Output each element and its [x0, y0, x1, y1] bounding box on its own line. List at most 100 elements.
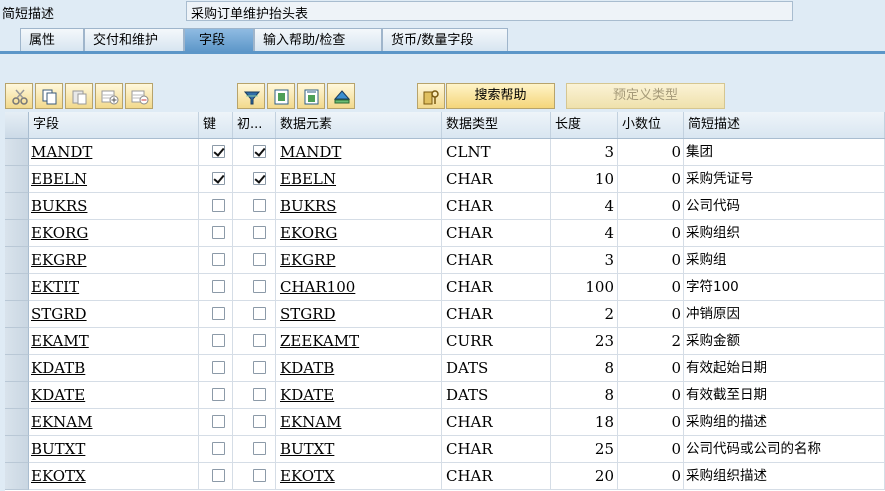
field-name-link[interactable]: EKNAM: [31, 413, 92, 431]
short-description-cell[interactable]: 采购金额: [684, 328, 885, 355]
length-cell[interactable]: 23: [551, 328, 618, 355]
field-name-cell[interactable]: EBELN: [29, 166, 199, 193]
length-cell[interactable]: 100: [551, 274, 618, 301]
data-element-cell[interactable]: CHAR100: [276, 274, 442, 301]
field-name-link[interactable]: KDATB: [31, 359, 85, 377]
row-select-handle[interactable]: [5, 355, 29, 382]
row-select-handle[interactable]: [5, 193, 29, 220]
field-name-link[interactable]: STGRD: [31, 305, 87, 323]
search-help-button[interactable]: 搜索帮助: [446, 83, 555, 109]
decimals-cell[interactable]: 0: [618, 139, 684, 166]
initial-value-checkbox[interactable]: [253, 226, 266, 239]
initial-value-checkbox[interactable]: [253, 253, 266, 266]
data-element-cell[interactable]: KDATB: [276, 355, 442, 382]
field-name-link[interactable]: KDATE: [31, 386, 85, 404]
initial-value-checkbox[interactable]: [253, 334, 266, 347]
key-checkbox[interactable]: [212, 388, 225, 401]
data-element-link[interactable]: BUTXT: [280, 440, 334, 458]
row-select-handle[interactable]: [5, 328, 29, 355]
data-type-cell[interactable]: CHAR: [442, 166, 551, 193]
length-cell[interactable]: 4: [551, 220, 618, 247]
data-element-cell[interactable]: EBELN: [276, 166, 442, 193]
data-element-link[interactable]: KDATB: [280, 359, 334, 377]
initial-value-checkbox[interactable]: [253, 442, 266, 455]
field-name-link[interactable]: EBELN: [31, 170, 87, 188]
key-checkbox[interactable]: [212, 253, 225, 266]
field-name-cell[interactable]: BUTXT: [29, 436, 199, 463]
field-name-cell[interactable]: BUKRS: [29, 193, 199, 220]
table-row[interactable]: KDATB KDATB DATS 8 0 有效起始日期: [5, 355, 885, 382]
initial-value-checkbox[interactable]: [253, 415, 266, 428]
decimals-cell[interactable]: 0: [618, 409, 684, 436]
select-all-handle[interactable]: [5, 112, 29, 138]
key-checkbox[interactable]: [212, 442, 225, 455]
key-checkbox[interactable]: [212, 145, 225, 158]
field-name-cell[interactable]: EKOTX: [29, 463, 199, 490]
data-element-link[interactable]: MANDT: [280, 143, 341, 161]
table-row[interactable]: EKGRP EKGRP CHAR 3 0 采购组: [5, 247, 885, 274]
last-page-button[interactable]: [297, 83, 325, 109]
table-row[interactable]: EKAMT ZEEKAMT CURR 23 2 采购金额: [5, 328, 885, 355]
tab-fields[interactable]: 字段: [184, 28, 254, 52]
data-element-cell[interactable]: EKNAM: [276, 409, 442, 436]
initial-value-checkbox[interactable]: [253, 172, 266, 185]
length-cell[interactable]: 2: [551, 301, 618, 328]
filter-button[interactable]: [237, 83, 265, 109]
col-header-field[interactable]: 字段: [29, 112, 199, 138]
row-select-handle[interactable]: [5, 463, 29, 490]
field-name-cell[interactable]: EKORG: [29, 220, 199, 247]
data-element-link[interactable]: EKORG: [280, 224, 337, 242]
decimals-cell[interactable]: 2: [618, 328, 684, 355]
row-select-handle[interactable]: [5, 436, 29, 463]
table-row[interactable]: EKNAM EKNAM CHAR 18 0 采购组的描述: [5, 409, 885, 436]
key-checkbox[interactable]: [212, 469, 225, 482]
col-header-length[interactable]: 长度: [551, 112, 618, 138]
tab-input-help-check[interactable]: 输入帮助/检查: [254, 28, 382, 52]
decimals-cell[interactable]: 0: [618, 301, 684, 328]
predefined-type-button[interactable]: 预定义类型: [566, 83, 725, 109]
data-type-cell[interactable]: CHAR: [442, 301, 551, 328]
row-select-handle[interactable]: [5, 274, 29, 301]
key-checkbox[interactable]: [212, 199, 225, 212]
initial-value-checkbox[interactable]: [253, 280, 266, 293]
short-description-cell[interactable]: 公司代码: [684, 193, 885, 220]
short-description-cell[interactable]: 字符100: [684, 274, 885, 301]
length-cell[interactable]: 25: [551, 436, 618, 463]
short-description-cell[interactable]: 采购组的描述: [684, 409, 885, 436]
initial-value-checkbox[interactable]: [253, 199, 266, 212]
data-type-cell[interactable]: CHAR: [442, 193, 551, 220]
short-description-cell[interactable]: 有效起始日期: [684, 355, 885, 382]
length-cell[interactable]: 3: [551, 139, 618, 166]
key-checkbox[interactable]: [212, 334, 225, 347]
length-cell[interactable]: 3: [551, 247, 618, 274]
short-description-cell[interactable]: 冲销原因: [684, 301, 885, 328]
delete-row-button[interactable]: [125, 83, 153, 109]
col-header-short-description[interactable]: 简短描述: [684, 112, 885, 138]
row-select-handle[interactable]: [5, 301, 29, 328]
initial-value-checkbox[interactable]: [253, 361, 266, 374]
length-cell[interactable]: 8: [551, 355, 618, 382]
field-name-cell[interactable]: EKTIT: [29, 274, 199, 301]
data-element-cell[interactable]: EKORG: [276, 220, 442, 247]
table-row[interactable]: EBELN EBELN CHAR 10 0 采购凭证号: [5, 166, 885, 193]
data-element-link[interactable]: BUKRS: [280, 197, 336, 215]
field-name-cell[interactable]: MANDT: [29, 139, 199, 166]
length-cell[interactable]: 18: [551, 409, 618, 436]
insert-row-button[interactable]: [95, 83, 123, 109]
row-select-handle[interactable]: [5, 220, 29, 247]
table-row[interactable]: STGRD STGRD CHAR 2 0 冲销原因: [5, 301, 885, 328]
initial-value-checkbox[interactable]: [253, 469, 266, 482]
data-type-cell[interactable]: CURR: [442, 328, 551, 355]
data-element-cell[interactable]: MANDT: [276, 139, 442, 166]
data-element-link[interactable]: KDATE: [280, 386, 334, 404]
table-row[interactable]: KDATE KDATE DATS 8 0 有效截至日期: [5, 382, 885, 409]
decimals-cell[interactable]: 0: [618, 220, 684, 247]
key-checkbox[interactable]: [212, 280, 225, 293]
data-type-cell[interactable]: CHAR: [442, 463, 551, 490]
initial-value-checkbox[interactable]: [253, 145, 266, 158]
data-element-cell[interactable]: BUKRS: [276, 193, 442, 220]
col-header-decimals[interactable]: 小数位: [618, 112, 684, 138]
field-name-cell[interactable]: EKAMT: [29, 328, 199, 355]
field-name-cell[interactable]: KDATE: [29, 382, 199, 409]
table-row[interactable]: EKORG EKORG CHAR 4 0 采购组织: [5, 220, 885, 247]
